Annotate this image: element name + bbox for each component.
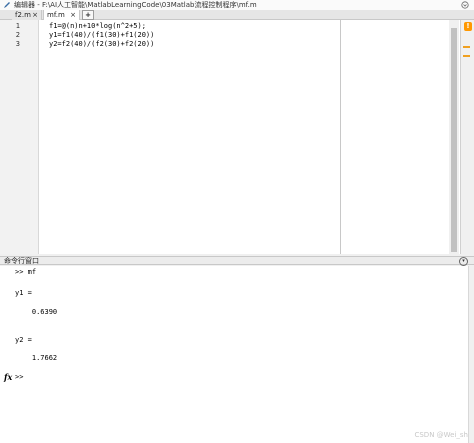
tab-f2[interactable]: f2.m × xyxy=(12,10,42,20)
line-number-gutter: 1 2 3 xyxy=(0,20,39,254)
function-browser-icon[interactable]: fx xyxy=(4,372,12,382)
line-number: 2 xyxy=(15,31,20,39)
command-window-header: 命令行窗口 ▾ xyxy=(0,256,474,266)
tab-mf[interactable]: mf.m × xyxy=(43,10,80,20)
tab-label: f2.m xyxy=(15,11,31,19)
code-editor[interactable]: 1 2 3 f1=@(n)n+10*log(n^2+5); y1=f1(40)/… xyxy=(0,20,460,254)
window-controls-icon[interactable] xyxy=(461,1,469,9)
code-line[interactable]: y1=f1(40)/(f1(30)+f1(20)) xyxy=(49,31,154,40)
command-window-title: 命令行窗口 xyxy=(4,257,39,265)
command-output-line: y2 = xyxy=(15,336,32,344)
tab-close-icon[interactable]: × xyxy=(32,10,38,20)
panel-menu-icon[interactable]: ▾ xyxy=(459,257,468,266)
code-analyzer-bar: ! xyxy=(460,20,474,254)
title-bar: 编辑器 - F:\AI人工智能\MatlabLearningCode\03Mat… xyxy=(0,0,474,10)
command-output-line: y1 = xyxy=(15,289,32,297)
scrollbar-thumb[interactable] xyxy=(451,28,457,252)
warning-square-icon[interactable]: ! xyxy=(464,22,472,31)
warning-marker[interactable] xyxy=(463,46,470,48)
tab-bar: f2.m × mf.m × + xyxy=(0,10,474,20)
window-title: 编辑器 - F:\AI人工智能\MatlabLearningCode\03Mat… xyxy=(14,1,257,9)
command-output-line: 1.7662 xyxy=(15,354,58,362)
watermark: CSDN @Wei_sh xyxy=(414,431,468,439)
editor-pen-icon xyxy=(4,2,10,8)
command-window-scrollbar[interactable] xyxy=(468,266,474,443)
line-number: 1 xyxy=(15,22,20,30)
command-prompt[interactable]: >> xyxy=(15,373,23,381)
command-window[interactable]: >> mf y1 = 0.6390 y2 = 1.7662 fx >> xyxy=(0,266,468,443)
tab-close-icon[interactable]: × xyxy=(70,10,76,20)
add-tab-button[interactable]: + xyxy=(82,10,94,20)
line-number: 3 xyxy=(15,40,20,48)
right-margin-line xyxy=(340,20,341,254)
command-output-line: >> mf xyxy=(15,268,37,276)
code-line[interactable]: y2=f2(40)/(f2(30)+f2(20)) xyxy=(49,40,154,49)
command-output-line: 0.6390 xyxy=(15,308,58,316)
tab-label: mf.m xyxy=(47,11,65,19)
editor-scrollbar[interactable] xyxy=(449,20,459,254)
code-line[interactable]: f1=@(n)n+10*log(n^2+5); xyxy=(49,22,146,31)
warning-marker[interactable] xyxy=(463,55,470,57)
